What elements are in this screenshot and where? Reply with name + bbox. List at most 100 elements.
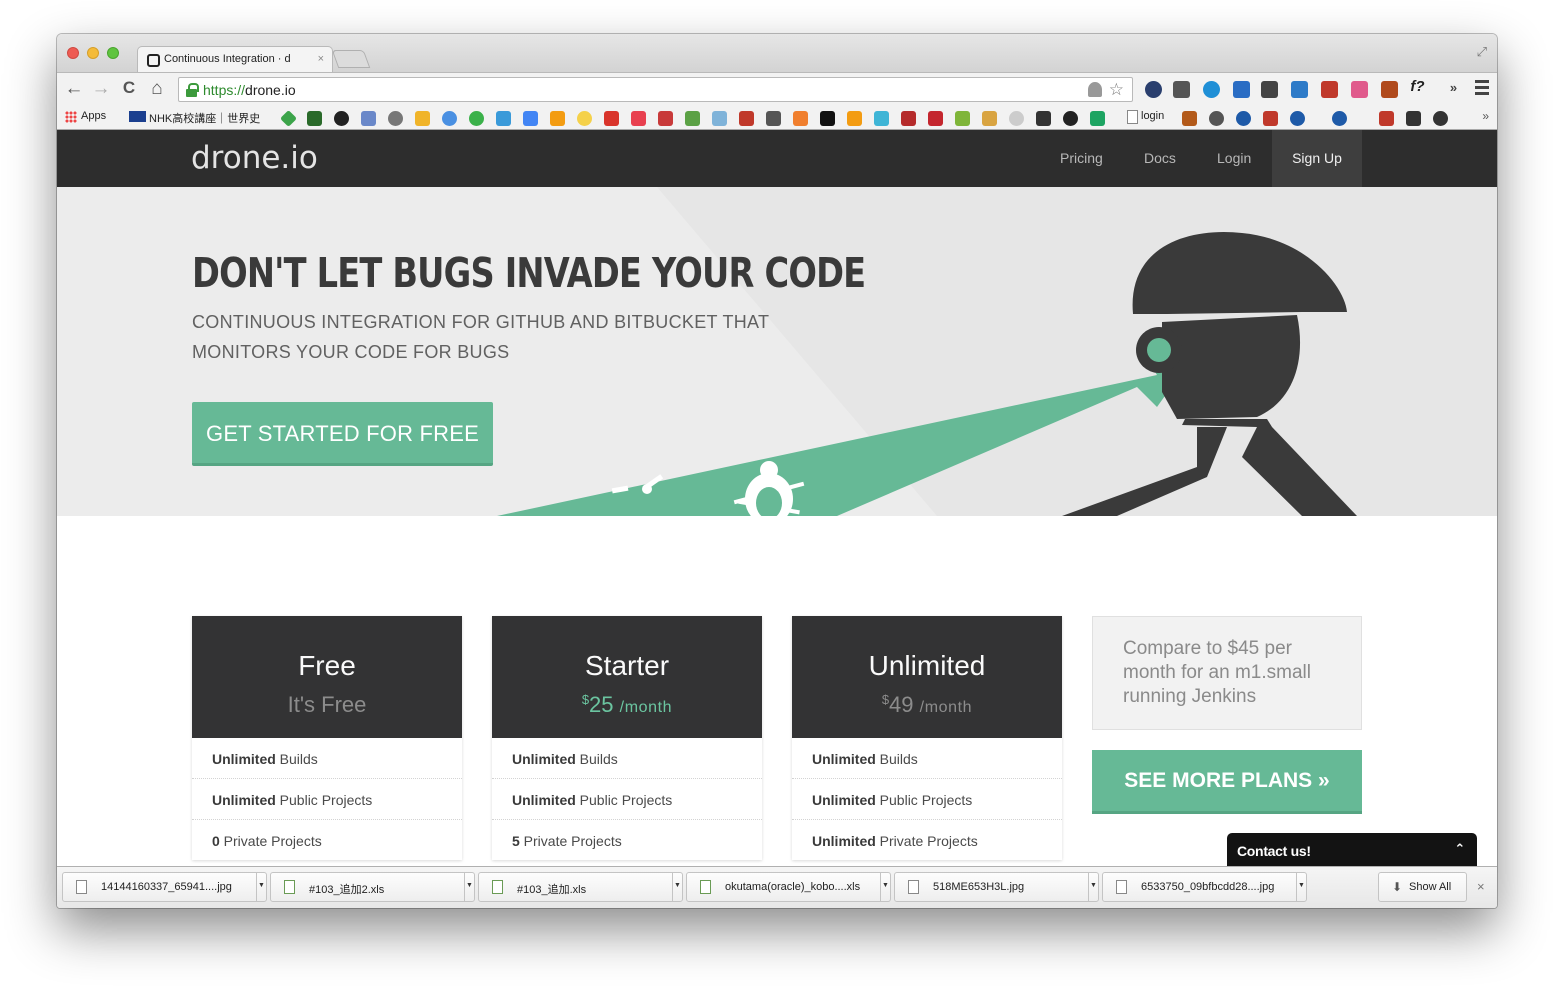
bookmark-r-brown-icon[interactable]	[1182, 111, 1197, 126]
pocket-extension-icon[interactable]	[1173, 81, 1190, 98]
back-arrow-icon[interactable]: ←	[63, 78, 85, 100]
download-item[interactable]: #103_追加.xls ▼	[478, 872, 683, 902]
new-tab-button[interactable]	[331, 50, 371, 68]
bookmark-t-icon[interactable]	[1379, 111, 1394, 126]
plan-feature: Unlimited Builds	[492, 738, 762, 779]
bookmark-search-icon[interactable]	[469, 111, 484, 126]
bookmark-dots-dark-icon[interactable]	[1433, 111, 1448, 126]
show-all-downloads-button[interactable]: ⬇ Show All	[1378, 872, 1467, 902]
google-drive-icon[interactable]	[1090, 111, 1105, 126]
bookmark-g-icon[interactable]	[523, 111, 538, 126]
bookmark-h-icon[interactable]	[955, 111, 970, 126]
bookmark-apps[interactable]: Apps	[65, 110, 106, 123]
bookmark-circle-icon[interactable]	[1236, 111, 1251, 126]
download-item[interactable]: 6533750_09bfbcdd28....jpg ▼	[1102, 872, 1307, 902]
download-item[interactable]: #103_追加2.xls ▼	[270, 872, 475, 902]
evernote-icon[interactable]	[685, 111, 700, 126]
bookmark-c-icon[interactable]	[874, 111, 889, 126]
get-started-button[interactable]: GET STARTED FOR FREE	[192, 402, 493, 466]
bookmark-person-icon[interactable]	[1063, 111, 1078, 126]
close-shelf-icon[interactable]: ×	[1477, 879, 1485, 894]
bookmark-dots-icon[interactable]	[442, 111, 457, 126]
address-bar[interactable]: https://drone.io ☆	[178, 77, 1133, 102]
bookmark-info-icon[interactable]	[1209, 111, 1224, 126]
close-window-button[interactable]	[67, 47, 79, 59]
drone-favicon-icon	[147, 54, 160, 67]
pen-extension-icon[interactable]	[1291, 81, 1308, 98]
pink-extension-icon[interactable]	[1351, 81, 1368, 98]
sofa-extension-icon[interactable]	[1321, 81, 1338, 98]
tab-close-icon[interactable]: ×	[318, 53, 324, 65]
bookmark-cc-icon[interactable]	[604, 111, 619, 126]
bookmark-k-icon[interactable]	[658, 111, 673, 126]
bookmark-cloud-icon[interactable]	[1009, 111, 1024, 126]
fullscreen-icon[interactable]: ⤢	[1477, 44, 1487, 60]
site-navbar: drone.io Pricing Docs Login Sign Up	[57, 130, 1497, 187]
bookmark-circle-e-icon[interactable]	[1290, 111, 1305, 126]
tool-extension-icon[interactable]	[1261, 81, 1278, 98]
bookmark-star-icon[interactable]	[1406, 111, 1421, 126]
bookmark-circle-b-icon[interactable]	[1332, 111, 1347, 126]
nav-docs[interactable]: Docs	[1144, 150, 1176, 166]
bookmark-target-icon[interactable]	[388, 111, 403, 126]
bookmark-checklist-icon[interactable]	[982, 111, 997, 126]
eye-extension-icon[interactable]	[1203, 81, 1220, 98]
download-item[interactable]: okutama(oracle)_kobo....xls ▼	[686, 872, 891, 902]
bookmark-diamond-icon[interactable]	[280, 110, 297, 127]
tab-drone[interactable]: Continuous Integration · d ×	[137, 46, 333, 73]
bookmark-check-icon[interactable]	[496, 111, 511, 126]
plan-price: $25 /month	[492, 692, 762, 718]
bookmark-r-red-icon[interactable]	[928, 111, 943, 126]
bookmark-redpen-icon[interactable]	[901, 111, 916, 126]
bookmark-x-icon[interactable]	[1263, 111, 1278, 126]
reload-icon[interactable]: C	[118, 78, 140, 98]
extensions-overflow-icon[interactable]: »	[1445, 79, 1462, 96]
bookmark-flag-icon[interactable]	[739, 111, 754, 126]
github-icon[interactable]	[334, 111, 349, 126]
bookmark-r-icon[interactable]	[361, 111, 376, 126]
bookmark-grid-icon[interactable]	[1036, 111, 1051, 126]
tab-title: Continuous Integration · d	[164, 53, 291, 65]
orange-extension-icon[interactable]	[1381, 81, 1398, 98]
download-menu-icon[interactable]: ▼	[1296, 873, 1306, 901]
download-menu-icon[interactable]: ▼	[1088, 873, 1098, 901]
contact-us-widget[interactable]: Contact us! ⌃	[1227, 833, 1477, 866]
download-menu-icon[interactable]: ▼	[672, 873, 682, 901]
download-item[interactable]: 518ME653H3L.jpg ▼	[894, 872, 1099, 902]
menu-icon[interactable]	[1475, 80, 1489, 98]
medium-icon[interactable]	[820, 111, 835, 126]
download-menu-icon[interactable]: ▼	[880, 873, 890, 901]
bookmark-extension-icon[interactable]	[1233, 81, 1250, 98]
bookmark-ai-icon[interactable]	[712, 111, 727, 126]
bookmark-chart-icon[interactable]	[550, 111, 565, 126]
bookmark-gate-icon[interactable]	[766, 111, 781, 126]
minimize-window-button[interactable]	[87, 47, 99, 59]
forward-arrow-icon[interactable]: →	[90, 78, 112, 100]
see-more-plans-button[interactable]: SEE MORE PLANS »	[1092, 750, 1362, 814]
bookmark-nhk[interactable]: NHK高校講座｜世界史	[129, 110, 260, 126]
bookmark-face-icon[interactable]	[577, 111, 592, 126]
home-icon[interactable]: ⌂	[146, 78, 168, 100]
bookmark-box-icon[interactable]	[415, 111, 430, 126]
bookmark-login[interactable]: login	[1127, 110, 1164, 124]
cloud-extension-icon[interactable]	[1145, 81, 1162, 98]
chevron-up-icon[interactable]: ⌃	[1454, 841, 1465, 857]
drone-logo[interactable]: drone.io	[191, 140, 318, 176]
person-icon[interactable]	[1088, 82, 1102, 97]
nav-login[interactable]: Login	[1217, 150, 1251, 166]
bookmarks-overflow-icon[interactable]: »	[1482, 109, 1489, 123]
bookmark-n-icon[interactable]	[307, 111, 322, 126]
feature-strong: Unlimited	[512, 792, 576, 808]
hero-subtitle: CONTINUOUS INTEGRATION FOR GITHUB AND BI…	[192, 312, 769, 362]
pocket-bookmark-icon[interactable]	[631, 111, 646, 126]
download-item[interactable]: 14144160337_65941....jpg ▼	[62, 872, 267, 902]
hacker-news-icon[interactable]	[793, 111, 808, 126]
bookmark-trend-icon[interactable]	[847, 111, 862, 126]
download-menu-icon[interactable]: ▼	[256, 873, 266, 901]
formula-extension-icon[interactable]: f?	[1409, 78, 1426, 95]
download-menu-icon[interactable]: ▼	[464, 873, 474, 901]
nav-pricing[interactable]: Pricing	[1060, 150, 1103, 166]
nav-signup-button[interactable]: Sign Up	[1272, 130, 1362, 187]
bookmark-star-icon[interactable]: ☆	[1109, 80, 1124, 100]
zoom-window-button[interactable]	[107, 47, 119, 59]
